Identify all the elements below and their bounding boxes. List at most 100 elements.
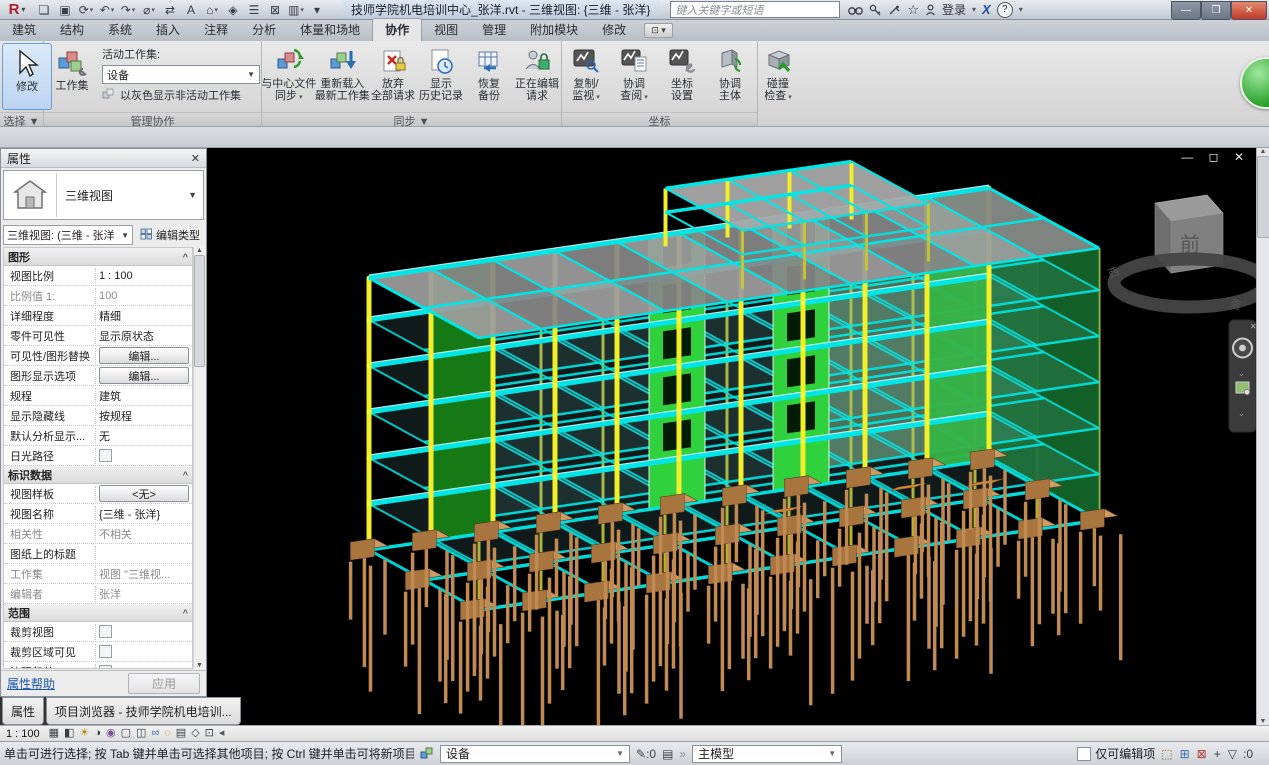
section-icon[interactable]: ◈ — [223, 2, 243, 18]
detail-level-icon[interactable]: ▦ — [49, 728, 59, 739]
apply-button[interactable]: 应用 — [128, 673, 200, 694]
coordination-host-button[interactable]: 协调主体 — [706, 41, 754, 112]
worksharing-display-icon[interactable]: ▤ — [176, 728, 186, 739]
chevron-down-icon[interactable]: ▾ — [1019, 5, 1023, 14]
displace-elements-icon[interactable]: ⊡ — [205, 728, 214, 739]
interference-check-button[interactable]: 碰撞检查 ▾ — [754, 41, 802, 112]
sun-path-icon[interactable]: ☀ — [79, 728, 89, 739]
property-checkbox[interactable] — [99, 625, 112, 638]
tab-project-browser[interactable]: 项目浏览器 - 技师学院机电培训... — [46, 697, 241, 725]
property-value[interactable]: 建筑 — [96, 388, 192, 404]
type-selector[interactable]: 三维视图 ▼ — [3, 170, 204, 220]
drawing-area[interactable]: — ◻ ✕ 前西南✕⌄⌄ — [207, 148, 1256, 725]
select-panel-label[interactable]: 选择 ▼ — [0, 112, 43, 126]
properties-help-link[interactable]: 属性帮助 — [7, 675, 55, 692]
canvas-vertical-scrollbar[interactable]: ▲▼ — [1256, 148, 1269, 725]
property-value[interactable]: 精细 — [96, 308, 192, 324]
customize-qat-icon[interactable]: ▾ — [307, 2, 327, 18]
selection-filter-icon[interactable]: ▽ — [1228, 747, 1237, 761]
checkbox-icon[interactable] — [1077, 747, 1091, 761]
minimize-button[interactable]: — — [1171, 1, 1201, 20]
default-3d-view-icon[interactable]: ⌂▾ — [202, 2, 222, 18]
ribbon-tab-分析[interactable]: 分析 — [240, 19, 288, 41]
ribbon-tab-结构[interactable]: 结构 — [48, 19, 96, 41]
property-edit-button[interactable]: 编辑... — [99, 367, 189, 384]
ribbon-tab-体量和场地[interactable]: 体量和场地 — [288, 19, 372, 41]
signin-label[interactable]: 登录 — [942, 1, 966, 18]
ribbon-tab-系统[interactable]: 系统 — [96, 19, 144, 41]
restore-button[interactable]: ❐ — [1201, 1, 1231, 20]
design-options-icon[interactable]: » — [679, 747, 686, 761]
switch-windows-icon[interactable]: ▥▾ — [286, 2, 306, 18]
ribbon-tab-修改[interactable]: 修改 — [590, 19, 638, 41]
favorites-star-icon[interactable]: ☆ — [907, 2, 919, 18]
show-history-button[interactable]: 显示历史记录 — [417, 41, 465, 112]
undo-icon[interactable]: ↶▾ — [97, 2, 117, 18]
worksharing-display-icon[interactable]: ▤ — [662, 747, 673, 761]
property-value[interactable]: 显示原状态 — [96, 328, 192, 344]
property-value[interactable]: {三维 - 张洋} — [96, 506, 192, 522]
property-checkbox[interactable] — [99, 645, 112, 658]
active-workset-select[interactable]: 设备▼ — [102, 65, 260, 84]
edit-type-button[interactable]: 编辑类型 — [136, 225, 204, 245]
coordination-review-button[interactable]: 协调查阅 ▾ — [610, 41, 658, 112]
property-value[interactable]: 1 : 100 — [96, 270, 192, 282]
worksets-button[interactable]: 工作集 — [48, 43, 96, 114]
visual-style-icon[interactable]: ◧ — [64, 728, 74, 739]
ribbon-tab-管理[interactable]: 管理 — [470, 19, 518, 41]
communication-satellite-icon[interactable] — [888, 4, 901, 16]
ribbon-tab-协作[interactable]: 协作 — [372, 18, 422, 41]
chevron-down-icon[interactable]: ▾ — [972, 5, 976, 14]
restore-backup-button[interactable]: 恢复备份 — [465, 41, 513, 112]
editable-only-checkbox[interactable]: 仅可编辑项 — [1077, 745, 1155, 762]
ribbon-tab-建筑[interactable]: 建筑 — [0, 19, 48, 41]
infocenter-search-input[interactable]: 键入关键字或短语 — [670, 1, 840, 18]
measure-icon[interactable]: ⌀▾ — [139, 2, 159, 18]
close-hidden-windows-icon[interactable]: ⊠ — [265, 2, 285, 18]
redo-icon[interactable]: ↷▾ — [118, 2, 138, 18]
temporary-hide-isolate-icon[interactable]: ∞ — [151, 728, 159, 739]
coordination-settings-button[interactable]: 坐标设置 — [658, 41, 706, 112]
property-value[interactable]: 100 — [96, 290, 192, 302]
copy-monitor-button[interactable]: 复制/监视 ▾ — [562, 41, 610, 112]
ribbon-display-toggle[interactable]: ⊡ ▾ — [644, 23, 673, 38]
close-icon[interactable]: ✕ — [191, 152, 200, 165]
gray-inactive-worksets[interactable]: 以灰色显示非活动工作集 — [102, 87, 260, 103]
help-icon[interactable]: ? — [997, 2, 1013, 18]
ribbon-tab-视图[interactable]: 视图 — [422, 19, 470, 41]
3d-structural-model[interactable]: 前西南✕⌄⌄ — [207, 148, 1256, 725]
application-menu-button[interactable]: R▾ — [0, 1, 34, 19]
shadows-icon[interactable]: ◑ — [94, 728, 101, 739]
close-button[interactable]: ✕ — [1231, 1, 1267, 20]
crop-view-icon[interactable]: ▢ — [121, 728, 131, 739]
select-pinned-icon[interactable]: ⊠ — [1197, 747, 1207, 761]
photo-render-icon[interactable]: ◉ — [106, 728, 116, 739]
tab-properties[interactable]: 属性 — [2, 697, 44, 725]
design-option-select[interactable]: 主模型▼ — [692, 745, 842, 763]
exchange-apps-icon[interactable]: X — [982, 2, 991, 17]
text-icon[interactable]: A — [181, 2, 201, 18]
temporary-view-properties-icon[interactable]: ◇ — [191, 728, 199, 739]
collapse-icon[interactable]: ◂ — [219, 728, 225, 739]
sync-settings-icon[interactable]: ⟳▾ — [76, 2, 96, 18]
ribbon-tab-插入[interactable]: 插入 — [144, 19, 192, 41]
open-icon[interactable]: ❏ — [34, 2, 54, 18]
ribbon-tab-注释[interactable]: 注释 — [192, 19, 240, 41]
search-binoculars-icon[interactable] — [848, 4, 863, 16]
thin-lines-icon[interactable]: ☰ — [244, 2, 264, 18]
view-scale-button[interactable]: 1 : 100 — [6, 728, 40, 740]
property-group-标识数据[interactable]: 标识数据^ — [4, 466, 192, 484]
property-value[interactable]: 不相关 — [96, 526, 192, 542]
reload-latest-button[interactable]: 重新载入最新工作集 — [316, 41, 370, 112]
ribbon-tab-附加模块[interactable]: 附加模块 — [518, 19, 590, 41]
aligned-dimension-icon[interactable]: ⇄ — [160, 2, 180, 18]
property-value[interactable]: 无 — [96, 428, 192, 444]
property-group-图形[interactable]: 图形^ — [4, 248, 192, 266]
sync-with-central-button[interactable]: 与中心文件同步 ▾ — [262, 41, 316, 112]
reveal-hidden-icon[interactable]: ◌ — [164, 728, 171, 739]
subscription-key-icon[interactable] — [869, 4, 882, 16]
instance-selector-dropdown[interactable]: 三维视图: (三维 - 张洋▼ — [3, 225, 133, 245]
crop-region-icon[interactable]: ◫ — [136, 728, 146, 739]
drag-on-selection-icon[interactable]: + — [1214, 747, 1221, 761]
save-icon[interactable]: ▣ — [55, 2, 75, 18]
